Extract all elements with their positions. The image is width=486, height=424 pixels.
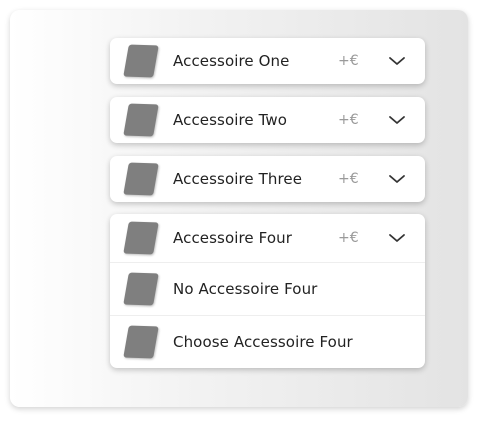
chevron-down-icon[interactable] xyxy=(388,114,406,126)
accessory-row-one[interactable]: Accessoire One +€ xyxy=(110,38,425,84)
accessory-label: Accessoire Four xyxy=(173,229,292,247)
accessory-price: +€ xyxy=(338,230,359,246)
accessory-card-one[interactable]: Accessoire One +€ xyxy=(110,38,425,84)
product-thumbnail-icon xyxy=(123,162,159,196)
option-label: No Accessoire Four xyxy=(173,280,318,298)
option-no-accessory-four[interactable]: No Accessoire Four xyxy=(110,263,425,315)
accessory-label: Accessoire Two xyxy=(173,111,288,129)
accessory-card-three[interactable]: Accessoire Three +€ xyxy=(110,156,425,202)
accessory-label: Accessoire Three xyxy=(173,170,303,188)
accessory-price: +€ xyxy=(338,112,359,128)
product-thumbnail-icon xyxy=(123,44,159,78)
product-thumbnail-icon xyxy=(123,103,159,137)
chevron-down-icon[interactable] xyxy=(388,232,406,244)
accessory-card-four: Accessoire Four +€ No Accessoire Four Ch… xyxy=(110,214,425,368)
accessory-label: Accessoire One xyxy=(173,52,290,70)
accessory-price: +€ xyxy=(338,171,359,187)
accessory-card-two[interactable]: Accessoire Two +€ xyxy=(110,97,425,143)
option-choose-accessory-four[interactable]: Choose Accessoire Four xyxy=(110,316,425,368)
accessory-row-three[interactable]: Accessoire Three +€ xyxy=(110,156,425,202)
option-label: Choose Accessoire Four xyxy=(173,333,353,351)
accessory-row-four[interactable]: Accessoire Four +€ xyxy=(110,214,425,262)
accessory-row-two[interactable]: Accessoire Two +€ xyxy=(110,97,425,143)
accessory-price: +€ xyxy=(338,53,359,69)
product-thumbnail-icon xyxy=(123,221,159,255)
chevron-down-icon[interactable] xyxy=(388,173,406,185)
chevron-down-icon[interactable] xyxy=(388,55,406,67)
product-thumbnail-icon xyxy=(123,272,159,306)
product-thumbnail-icon xyxy=(123,325,159,359)
